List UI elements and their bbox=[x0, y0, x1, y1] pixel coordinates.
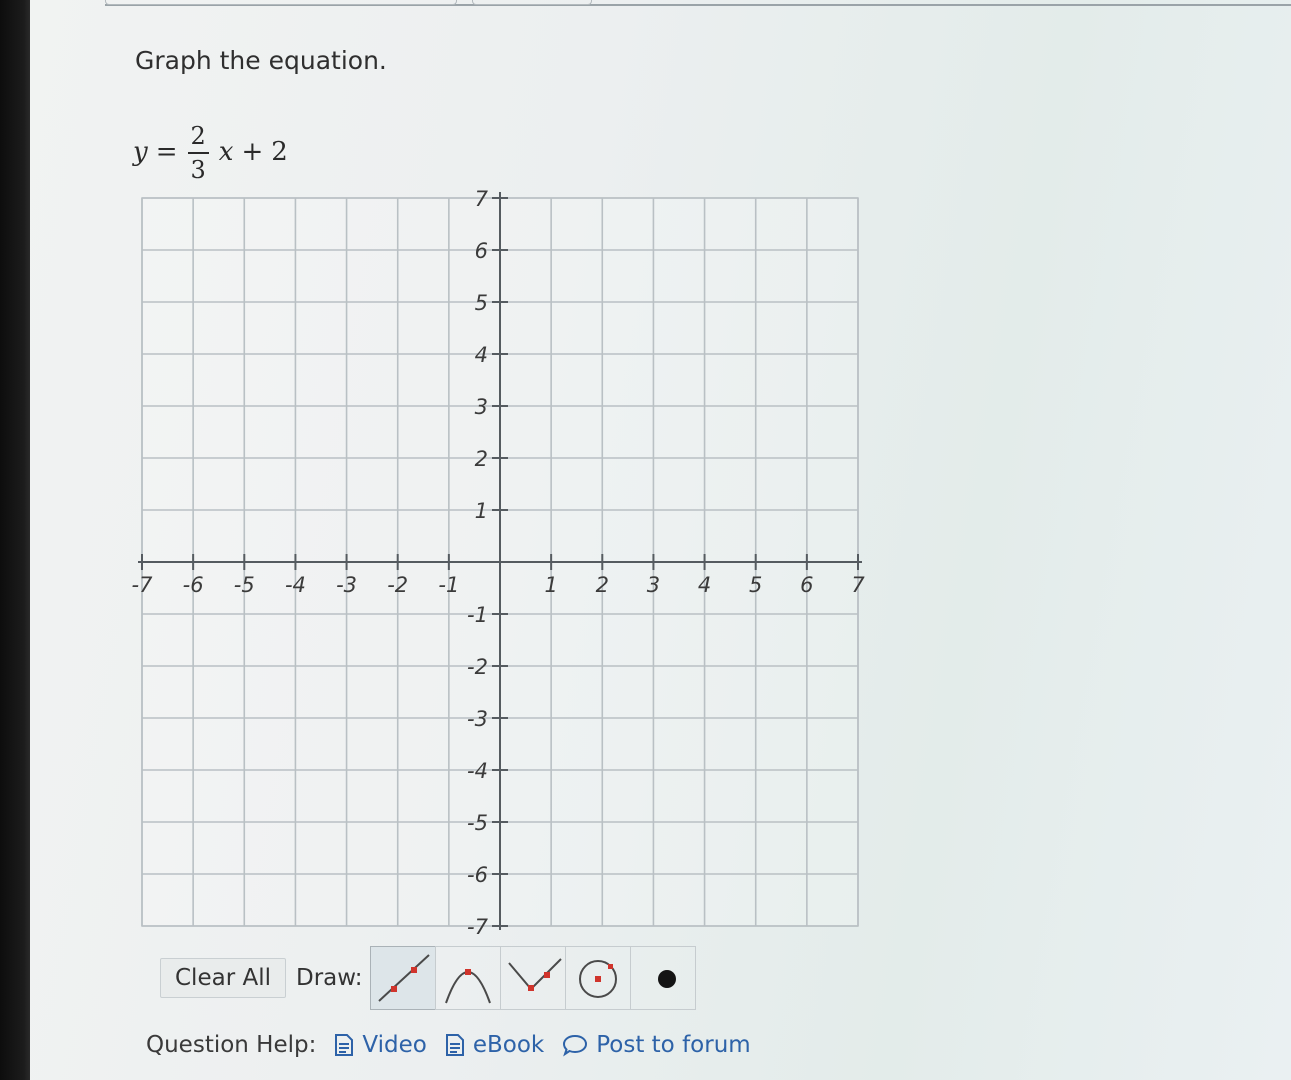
x-tick-label: -2 bbox=[387, 573, 408, 597]
x-tick-label: 3 bbox=[647, 573, 660, 597]
video-link-label: Video bbox=[362, 1032, 427, 1058]
x-tick-label: -5 bbox=[234, 573, 255, 597]
document-icon bbox=[445, 1034, 464, 1056]
dot-icon bbox=[657, 970, 676, 988]
x-tick-label: -4 bbox=[285, 573, 306, 597]
y-tick-label: 7 bbox=[475, 187, 489, 211]
x-tick-label: -6 bbox=[183, 573, 204, 597]
circle-icon bbox=[578, 960, 617, 998]
y-tick-label: -5 bbox=[467, 811, 488, 835]
x-tick-label: -3 bbox=[336, 573, 357, 597]
x-tick-label: 7 bbox=[851, 573, 865, 597]
y-tick-label: -1 bbox=[467, 603, 488, 627]
forum-link[interactable]: Post to forum bbox=[562, 1032, 751, 1058]
y-tick-label: 3 bbox=[475, 395, 488, 419]
vee-icon bbox=[507, 958, 562, 991]
line-icon bbox=[377, 954, 430, 1002]
parabola-down-tool[interactable] bbox=[434, 946, 501, 1010]
x-tick-label: 1 bbox=[544, 573, 557, 597]
x-tick-label: -1 bbox=[438, 573, 459, 597]
line-tool[interactable] bbox=[369, 946, 436, 1010]
x-tick-label: 2 bbox=[596, 573, 609, 597]
vee-tool[interactable] bbox=[499, 946, 566, 1010]
clear-all-button[interactable]: Clear All bbox=[160, 958, 286, 998]
y-tick-label: 1 bbox=[475, 499, 488, 523]
ebook-link-label: eBook bbox=[472, 1032, 545, 1058]
y-tick-label: -7 bbox=[467, 915, 489, 939]
y-tick-label: -6 bbox=[467, 863, 488, 887]
y-tick-label: 2 bbox=[475, 447, 488, 471]
x-tick-label: 6 bbox=[800, 573, 813, 597]
circle-tool[interactable] bbox=[564, 946, 631, 1010]
graph-canvas[interactable]: -7 -6 -5 -4 -3 -2 -1 1 2 3 4 5 6 7 7 6 5 4 3 2 1 -1 -2 -3 -4 -5 -6… bbox=[0, 0, 1291, 1080]
ebook-link[interactable]: eBook bbox=[445, 1032, 544, 1058]
x-tick-label: 4 bbox=[698, 573, 711, 597]
dot-tool[interactable] bbox=[629, 946, 696, 1010]
y-tick-label: 6 bbox=[475, 239, 488, 263]
speech-bubble-icon bbox=[563, 1034, 588, 1057]
document-icon bbox=[335, 1034, 354, 1056]
video-link[interactable]: Video bbox=[334, 1032, 427, 1058]
graph-controls: Clear All Draw: bbox=[160, 946, 696, 1010]
draw-label: Draw: bbox=[295, 965, 363, 991]
x-tick-label: -7 bbox=[132, 573, 154, 597]
y-tick-label: -3 bbox=[467, 707, 488, 731]
parabola-down-icon bbox=[444, 969, 491, 1004]
x-tick-label: 5 bbox=[749, 573, 762, 597]
help-label: Question Help: bbox=[146, 1032, 317, 1058]
draw-tools bbox=[369, 946, 696, 1010]
question-help: Question Help: Video eBook Post to forum bbox=[146, 1032, 751, 1058]
y-tick-label: -2 bbox=[467, 655, 488, 679]
forum-link-label: Post to forum bbox=[596, 1032, 751, 1058]
y-tick-label: 4 bbox=[475, 343, 488, 367]
y-tick-label: -4 bbox=[467, 759, 488, 783]
y-tick-label: 5 bbox=[475, 291, 488, 315]
